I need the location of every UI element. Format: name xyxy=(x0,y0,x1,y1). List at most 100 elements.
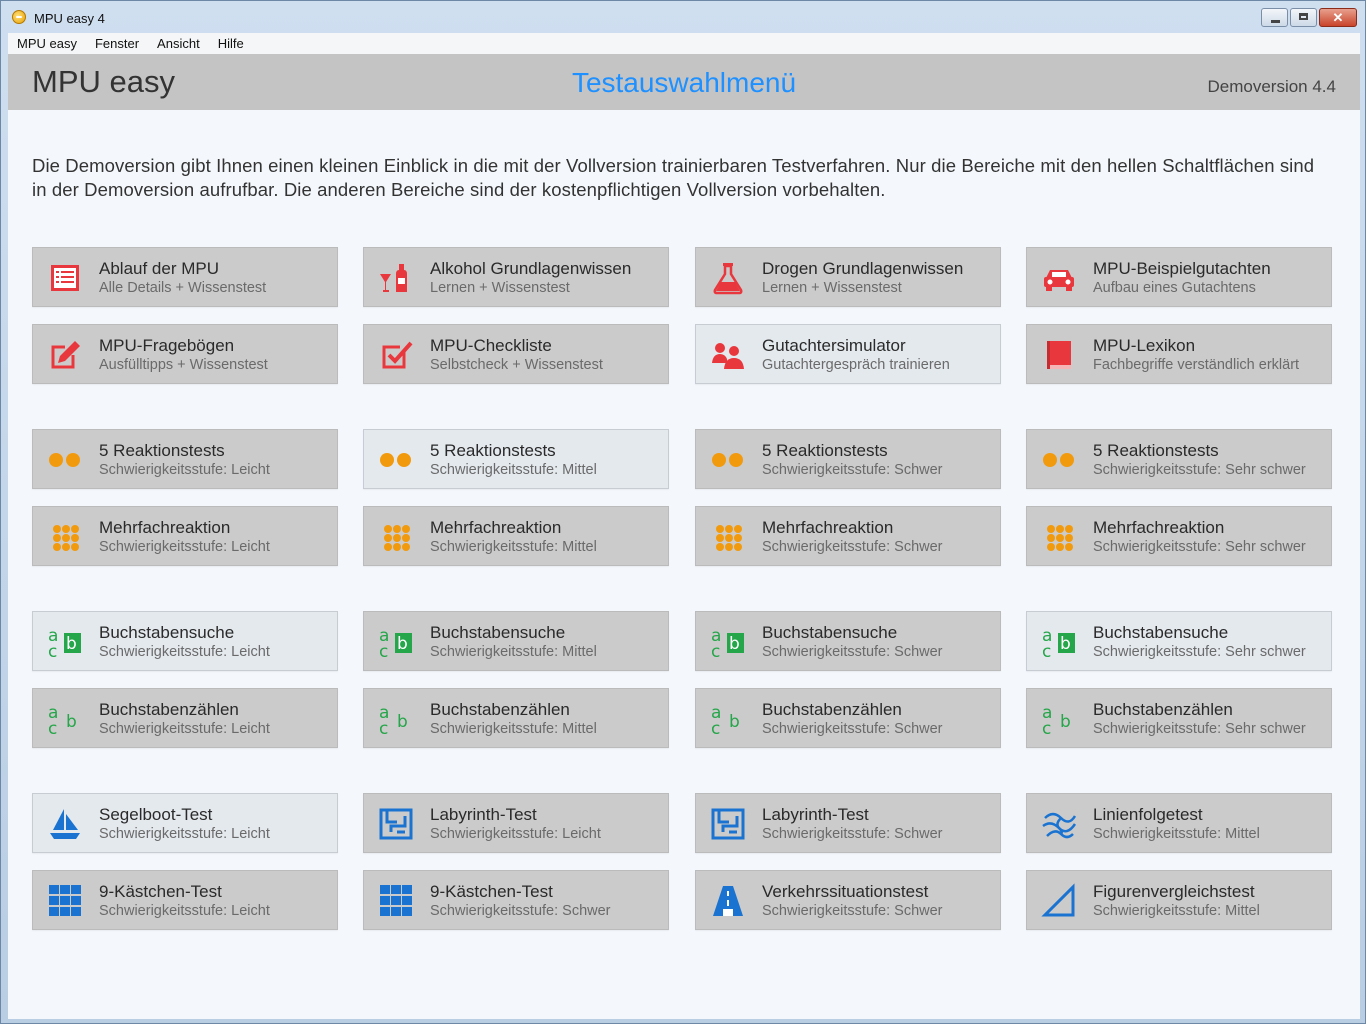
tile-mehrfachreaktion-14[interactable]: Mehrfachreaktion Schwierigkeitsstufe: Mit… xyxy=(363,506,669,566)
tile-subtitle: Gutachtergespräch trainieren xyxy=(762,357,950,373)
tile-subtitle: Lernen + Wissenstest xyxy=(762,280,902,296)
dot-grid-icon xyxy=(710,519,746,555)
tile-title: Gutachtersimulator xyxy=(762,336,906,355)
tile-mpu-beispielgutachten-4[interactable]: MPU-Beispielgutachten Aufbau eines Gutach… xyxy=(1026,247,1332,307)
tile-labyrinth-test-26[interactable]: Labyrinth-Test Schwierigkeitsstufe: Leich… xyxy=(363,793,669,853)
car-icon xyxy=(1041,260,1077,296)
tile-labyrinth-test-27[interactable]: Labyrinth-Test Schwierigkeitsstufe: Schwe… xyxy=(695,793,1001,853)
tile-ablauf-der-mpu-1[interactable]: Ablauf der MPU Alle Details + Wissenstest xyxy=(32,247,338,307)
app-window: MPU easy 4 ✕ MPU easy Fenster Ansicht Hi… xyxy=(0,0,1366,1024)
maximize-button[interactable] xyxy=(1290,8,1317,27)
close-button[interactable]: ✕ xyxy=(1319,8,1357,27)
tile-gutachtersimulator-7[interactable]: Gutachtersimulator Gutachtergespräch trai… xyxy=(695,324,1001,384)
tile-subtitle: Fachbegriffe verständlich erklärt xyxy=(1093,357,1300,373)
version-label: Demoversion 4.4 xyxy=(1207,77,1336,96)
page-title: Testauswahlmenü xyxy=(571,67,797,98)
tile-buchstabensuche-18[interactable]: a b c Buchstabensuche Schwierigkeitsstufe: M… xyxy=(363,611,669,671)
tile-title: Drogen Grundlagenwissen xyxy=(762,259,964,278)
letters-count-icon: abc xyxy=(378,701,414,737)
tile-figurenvergleichstest-32[interactable]: Figurenvergleichstest Schwierigkeitsstufe… xyxy=(1026,870,1332,930)
dot-grid-icon xyxy=(47,519,83,555)
svg-text:c: c xyxy=(379,719,388,737)
tile-title: 5 Reaktionstests xyxy=(430,441,556,460)
tile-alkohol-grundlagenwissen-2[interactable]: Alkohol Grundlagenwissen Lernen + Wissens… xyxy=(363,247,669,307)
minimize-button[interactable] xyxy=(1261,8,1288,27)
svg-text:c: c xyxy=(48,642,57,660)
tile-subtitle: Schwierigkeitsstufe: Leicht xyxy=(99,539,270,555)
svg-text:b: b xyxy=(397,634,408,654)
window-controls: ✕ xyxy=(1259,8,1357,28)
svg-text:b: b xyxy=(729,634,740,654)
bottle-icon xyxy=(378,260,414,296)
svg-text:b: b xyxy=(729,712,740,732)
tile-buchstabenzaehlen-24[interactable]: a b c Buchstabenzählen Schwierigkeitsstufe: … xyxy=(1026,688,1332,748)
tile-buchstabenzaehlen-21[interactable]: a b c Buchstabenzählen Schwierigkeitsstufe: … xyxy=(32,688,338,748)
tile-mehrfachreaktion-16[interactable]: Mehrfachreaktion Schwierigkeitsstufe: Seh… xyxy=(1026,506,1332,566)
tile-title: Verkehrssituationstest xyxy=(762,882,929,901)
menu-fenster[interactable]: Fenster xyxy=(86,33,148,54)
svg-text:c: c xyxy=(711,719,720,737)
tile-9-kaestchen-test-30[interactable]: 9-Kästchen-Test Schwierigkeitsstufe: Schw… xyxy=(363,870,669,930)
tile-mpu-checkliste-6[interactable]: MPU-Checkliste Selbstcheck + Wissenstest xyxy=(363,324,669,384)
menu-bar: MPU easy Fenster Ansicht Hilfe xyxy=(8,33,1360,54)
tile-buchstabenzaehlen-23[interactable]: a b c Buchstabenzählen Schwierigkeitsstufe: … xyxy=(695,688,1001,748)
tile-mehrfachreaktion-13[interactable]: Mehrfachreaktion Schwierigkeitsstufe: Lei… xyxy=(32,506,338,566)
nine-grid-icon xyxy=(378,883,414,919)
tile-5-reaktionstests-11[interactable]: 5 Reaktionstests Schwierigkeitsstufe: Sch… xyxy=(695,429,1001,489)
menu-hilfe[interactable]: Hilfe xyxy=(209,33,253,54)
tile-subtitle: Schwierigkeitsstufe: Sehr schwer xyxy=(1093,644,1306,660)
tile-9-kaestchen-test-29[interactable]: 9-Kästchen-Test Schwierigkeitsstufe: Leic… xyxy=(32,870,338,930)
tile-subtitle: Alle Details + Wissenstest xyxy=(99,280,267,296)
tile-subtitle: Ausfülltipps + Wissenstest xyxy=(99,357,268,373)
tile-buchstabensuche-17[interactable]: a b c Buchstabensuche Schwierigkeitsstufe: L… xyxy=(32,611,338,671)
tile-title: MPU-Checkliste xyxy=(430,336,552,355)
tile-title: 9-Kästchen-Test xyxy=(99,882,222,901)
list-icon xyxy=(47,260,83,296)
tile-subtitle: Schwierigkeitsstufe: Mittel xyxy=(430,721,597,737)
tile-subtitle: Selbstcheck + Wissenstest xyxy=(430,357,603,373)
tile-mpu-frageboegen-5[interactable]: MPU-Fragebögen Ausfülltipps + Wissenstest xyxy=(32,324,338,384)
content-area: Die Demoversion gibt Ihnen einen kleinen… xyxy=(8,110,1360,1019)
tile-mehrfachreaktion-15[interactable]: Mehrfachreaktion Schwierigkeitsstufe: Sch… xyxy=(695,506,1001,566)
nine-grid-icon xyxy=(47,883,83,919)
tile-subtitle: Schwierigkeitsstufe: Mittel xyxy=(1093,903,1260,919)
tile-subtitle: Schwierigkeitsstufe: Schwer xyxy=(762,539,943,555)
interview-icon xyxy=(710,337,746,373)
tile-segelboot-test-25[interactable]: Segelboot-Test Schwierigkeitsstufe: Leich… xyxy=(32,793,338,853)
book-icon xyxy=(1041,337,1077,373)
svg-text:b: b xyxy=(397,712,408,732)
menu-mpu-easy[interactable]: MPU easy xyxy=(8,33,86,54)
tile-title: MPU-Lexikon xyxy=(1093,336,1196,355)
letters-search-icon: abc xyxy=(1041,624,1077,660)
svg-text:b: b xyxy=(1060,634,1071,654)
triangle-icon xyxy=(1041,883,1077,919)
tile-title: Labyrinth-Test xyxy=(762,805,869,824)
svg-text:b: b xyxy=(66,634,77,654)
edit-icon xyxy=(47,337,83,373)
maze-icon xyxy=(378,806,414,842)
title-bar[interactable]: MPU easy 4 ✕ xyxy=(1,1,1365,33)
menu-ansicht[interactable]: Ansicht xyxy=(148,33,209,54)
close-icon: ✕ xyxy=(1332,10,1344,25)
tile-subtitle: Schwierigkeitsstufe: Sehr schwer xyxy=(1093,721,1306,737)
tile-subtitle: Schwierigkeitsstufe: Schwer xyxy=(762,903,943,919)
tile-5-reaktionstests-9[interactable]: 5 Reaktionstests Schwierigkeitsstufe: Lei… xyxy=(32,429,338,489)
header: MPU easy Testauswahlmenü Demoversion 4.4 xyxy=(8,54,1360,110)
tile-drogen-grundlagenwissen-3[interactable]: Drogen Grundlagenwissen Lernen + Wissenst… xyxy=(695,247,1001,307)
letters-search-icon: abc xyxy=(378,624,414,660)
tile-buchstabenzaehlen-22[interactable]: a b c Buchstabenzählen Schwierigkeitsstufe: … xyxy=(363,688,669,748)
tile-mpu-lexikon-8[interactable]: MPU-Lexikon Fachbegriffe verständlich erk… xyxy=(1026,324,1332,384)
tile-subtitle: Schwierigkeitsstufe: Mittel xyxy=(430,462,597,478)
tile-linienfolgetest-28[interactable]: Linienfolgetest Schwierigkeitsstufe: Mitt… xyxy=(1026,793,1332,853)
tile-buchstabensuche-20[interactable]: a b c Buchstabensuche Schwierigkeitsstufe: S… xyxy=(1026,611,1332,671)
dot-grid-icon xyxy=(1041,519,1077,555)
intro-text: Die Demoversion gibt Ihnen einen kleinen… xyxy=(32,155,1315,200)
tile-5-reaktionstests-10[interactable]: 5 Reaktionstests Schwierigkeitsstufe: Mit… xyxy=(363,429,669,489)
tile-title: Buchstabensuche xyxy=(99,623,235,642)
tile-buchstabensuche-19[interactable]: a b c Buchstabensuche Schwierigkeitsstufe: S… xyxy=(695,611,1001,671)
tile-5-reaktionstests-12[interactable]: 5 Reaktionstests Schwierigkeitsstufe: Seh… xyxy=(1026,429,1332,489)
svg-text:b: b xyxy=(66,712,77,732)
tile-subtitle: Schwierigkeitsstufe: Leicht xyxy=(99,721,270,737)
tile-subtitle: Schwierigkeitsstufe: Sehr schwer xyxy=(1093,539,1306,555)
tile-verkehrssituationstest-31[interactable]: Verkehrssituationstest Schwierigkeitsstuf… xyxy=(695,870,1001,930)
